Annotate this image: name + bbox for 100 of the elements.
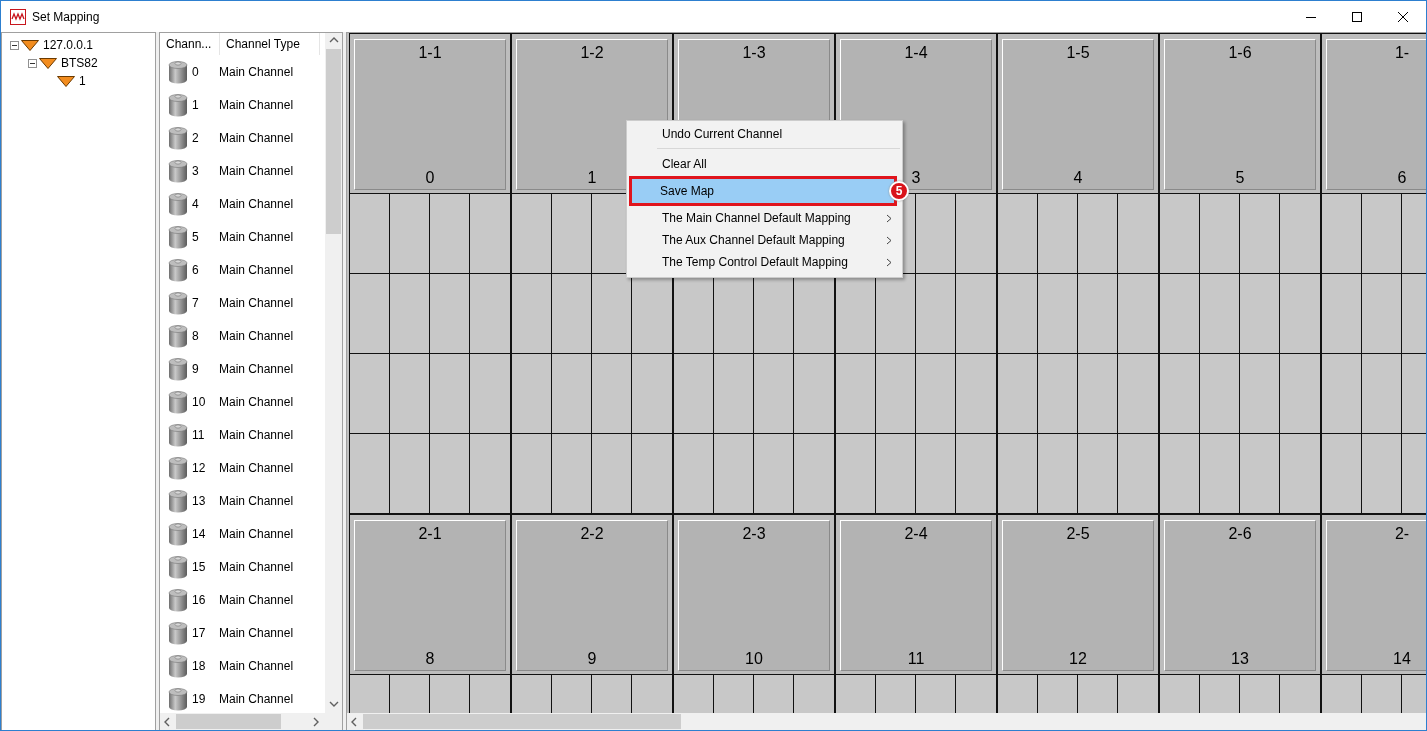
collapse-icon[interactable] — [28, 58, 37, 68]
grid-cell[interactable] — [916, 274, 956, 354]
grid-cell[interactable] — [1240, 354, 1280, 434]
grid-cell[interactable] — [1200, 194, 1240, 274]
grid-cell[interactable] — [916, 194, 956, 274]
tree-node-label[interactable]: 1 — [77, 74, 86, 88]
menu-item[interactable]: The Main Channel Default Mapping — [629, 207, 900, 229]
grid-cell[interactable] — [552, 274, 592, 354]
grid-cell[interactable] — [470, 194, 510, 274]
grid-cell[interactable] — [430, 354, 470, 434]
tree-node-label[interactable]: BTS82 — [59, 56, 98, 70]
grid-cell[interactable] — [876, 354, 916, 434]
grid-cell[interactable] — [998, 194, 1038, 274]
menu-item[interactable]: The Aux Channel Default Mapping — [629, 229, 900, 251]
grid-cell[interactable] — [1118, 194, 1158, 274]
grid-cell[interactable] — [390, 274, 430, 354]
grid-cell[interactable] — [1322, 434, 1362, 514]
grid-cell[interactable] — [1078, 354, 1118, 434]
channel-card[interactable]: 2-6 13 — [1164, 520, 1316, 671]
grid-cell[interactable] — [350, 194, 390, 274]
grid-cell[interactable] — [794, 354, 834, 434]
grid-cell[interactable] — [1200, 434, 1240, 514]
grid-cell[interactable] — [1362, 274, 1402, 354]
tree-node-label[interactable]: 127.0.0.1 — [41, 38, 94, 52]
grid-cell[interactable] — [1362, 354, 1402, 434]
column-header[interactable]: Channel Type — [220, 33, 320, 55]
grid-cell[interactable] — [552, 434, 592, 514]
grid-cell[interactable] — [1160, 434, 1200, 514]
grid-cell[interactable] — [390, 434, 430, 514]
grid-cell[interactable] — [1038, 434, 1078, 514]
grid-cell[interactable] — [1240, 434, 1280, 514]
grid-cell[interactable] — [1038, 194, 1078, 274]
menu-item[interactable]: The Temp Control Default Mapping — [629, 251, 900, 273]
scroll-thumb[interactable] — [326, 49, 341, 234]
grid-cell[interactable] — [956, 194, 996, 274]
grid-cell[interactable] — [674, 434, 714, 514]
grid-cell[interactable] — [1160, 354, 1200, 434]
grid-cell[interactable] — [1200, 354, 1240, 434]
grid-cell[interactable] — [1078, 274, 1118, 354]
grid-cell[interactable] — [1118, 274, 1158, 354]
grid-cell[interactable] — [1362, 194, 1402, 274]
grid-cell[interactable] — [674, 354, 714, 434]
grid-cell[interactable] — [632, 434, 672, 514]
channel-card[interactable]: 2-5 12 — [1002, 520, 1154, 671]
grid-cell[interactable] — [1038, 274, 1078, 354]
channel-card[interactable]: 2- 14 — [1326, 520, 1426, 671]
grid-cell[interactable] — [470, 354, 510, 434]
grid-cell[interactable] — [1118, 434, 1158, 514]
grid-cell[interactable] — [956, 274, 996, 354]
grid-cell[interactable] — [1240, 274, 1280, 354]
grid-cell[interactable] — [1038, 354, 1078, 434]
vertical-scrollbar[interactable] — [325, 33, 342, 713]
channel-card[interactable]: 2-2 9 — [516, 520, 668, 671]
grid-cell[interactable] — [1078, 434, 1118, 514]
channel-card[interactable]: 1- 6 — [1326, 39, 1426, 190]
grid-cell[interactable] — [552, 194, 592, 274]
scroll-thumb[interactable] — [176, 714, 281, 729]
grid-cell[interactable] — [552, 354, 592, 434]
grid-cell[interactable] — [714, 354, 754, 434]
grid-cell[interactable] — [512, 354, 552, 434]
grid-cell[interactable] — [754, 354, 794, 434]
grid-cell[interactable] — [390, 354, 430, 434]
grid-cell[interactable] — [1118, 354, 1158, 434]
grid-cell[interactable] — [390, 194, 430, 274]
grid-cell[interactable] — [998, 434, 1038, 514]
grid-cell[interactable] — [512, 434, 552, 514]
grid-cell[interactable] — [1280, 194, 1320, 274]
grid-cell[interactable] — [1362, 434, 1402, 514]
grid-cell[interactable] — [916, 434, 956, 514]
menu-item[interactable]: Save Map — [632, 179, 894, 203]
grid-cell[interactable] — [754, 434, 794, 514]
grid-cell[interactable] — [876, 434, 916, 514]
horizontal-scrollbar[interactable] — [160, 713, 342, 730]
grid-cell[interactable] — [1078, 194, 1118, 274]
grid-cell[interactable] — [1280, 274, 1320, 354]
collapse-icon[interactable] — [10, 40, 19, 50]
grid-cell[interactable] — [836, 354, 876, 434]
grid-cell[interactable] — [350, 354, 390, 434]
channel-card[interactable]: 1-5 4 — [1002, 39, 1154, 190]
horizontal-scrollbar[interactable] — [347, 713, 1426, 730]
grid-cell[interactable] — [1322, 274, 1362, 354]
grid-cell[interactable] — [1200, 274, 1240, 354]
scroll-thumb[interactable] — [363, 714, 681, 729]
grid-cell[interactable] — [956, 434, 996, 514]
grid-cell[interactable] — [916, 354, 956, 434]
grid-cell[interactable] — [512, 194, 552, 274]
grid-cell[interactable] — [592, 354, 632, 434]
grid-cell[interactable] — [592, 274, 632, 354]
grid-cell[interactable] — [1160, 194, 1200, 274]
column-header[interactable]: Chann... — [160, 33, 220, 55]
grid-cell[interactable] — [430, 434, 470, 514]
channel-card[interactable]: 2-3 10 — [678, 520, 830, 671]
channel-card[interactable]: 2-4 11 — [840, 520, 992, 671]
grid-cell[interactable] — [956, 354, 996, 434]
grid-cell[interactable] — [430, 274, 470, 354]
grid-cell[interactable] — [998, 354, 1038, 434]
channel-card[interactable]: 2-1 8 — [354, 520, 506, 671]
grid-cell[interactable] — [1280, 434, 1320, 514]
channel-card[interactable]: 1-1 0 — [354, 39, 506, 190]
grid-cell[interactable] — [836, 434, 876, 514]
